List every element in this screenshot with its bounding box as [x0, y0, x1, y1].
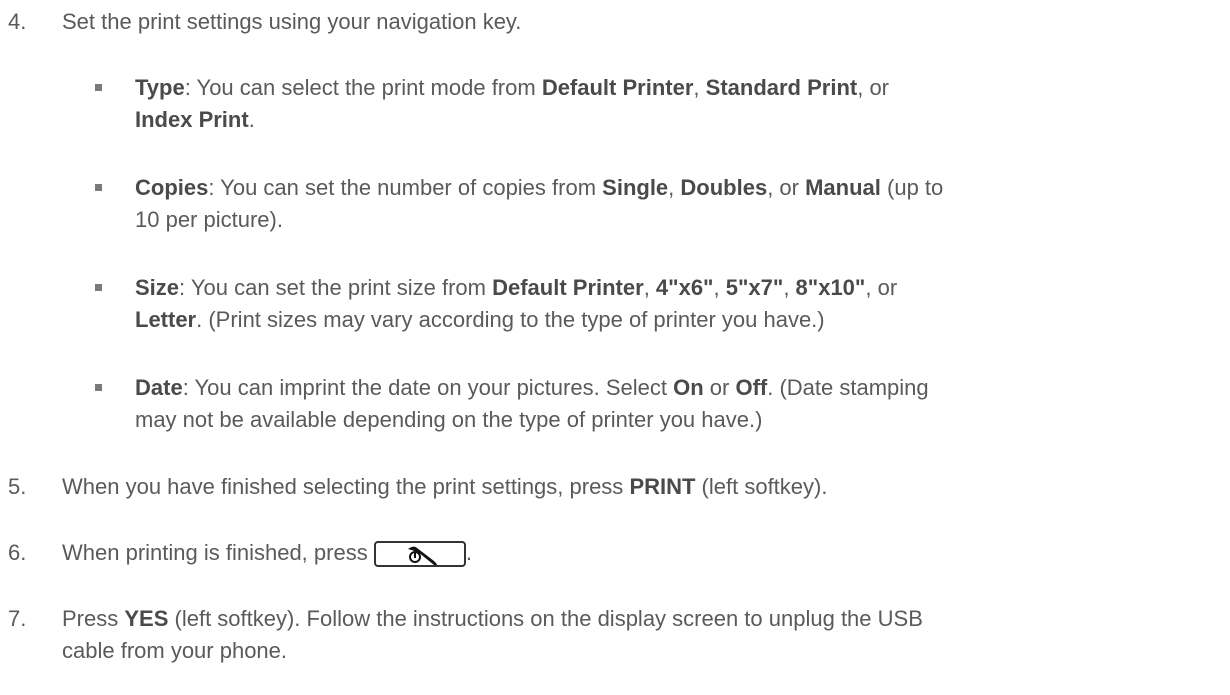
option-on: On: [673, 375, 704, 400]
option-5x7: 5"x7": [725, 275, 784, 300]
square-bullet-icon: [95, 284, 102, 291]
term-date: Date: [135, 375, 183, 400]
print-key-label: PRINT: [629, 474, 696, 499]
square-bullet-icon: [95, 384, 102, 391]
option-default-printer: Default Printer: [492, 275, 644, 300]
square-bullet-icon: [95, 184, 102, 191]
option-letter: Letter: [135, 307, 197, 332]
term-type: Type: [135, 75, 185, 100]
step-number: 6.: [8, 540, 27, 565]
end-power-key-icon: [373, 541, 466, 567]
yes-key-label: YES: [124, 606, 169, 631]
step-number: 7.: [8, 606, 27, 631]
option-8x10: 8"x10": [795, 275, 866, 300]
step-text: Set the print settings using your naviga…: [62, 9, 522, 34]
bullet-text: Type: You can select the print mode from…: [135, 75, 890, 132]
option-doubles: Doubles: [680, 175, 768, 200]
step-text: When you have finished selecting the pri…: [62, 474, 828, 499]
option-default-printer: Default Printer: [541, 75, 694, 100]
term-copies: Copies: [135, 175, 209, 200]
term-size: Size: [135, 275, 180, 300]
bullet-text: Date: You can imprint the date on your p…: [135, 375, 929, 432]
option-manual: Manual: [805, 175, 881, 200]
step-text: When printing is finished, press .: [62, 540, 472, 567]
step-number: 4.: [8, 9, 27, 34]
option-index-print: Index Print: [135, 107, 249, 132]
option-4x6: 4"x6": [655, 275, 714, 300]
step-text: Press YES (left softkey). Follow the ins…: [62, 606, 923, 663]
option-off: Off: [735, 375, 768, 400]
bullet-text: Copies: You can set the number of copies…: [135, 175, 944, 232]
square-bullet-icon: [95, 84, 102, 91]
step-number: 5.: [8, 474, 27, 499]
bullet-text: Size: You can set the print size from De…: [135, 275, 898, 332]
option-single: Single: [602, 175, 669, 200]
option-standard-print: Standard Print: [705, 75, 858, 100]
